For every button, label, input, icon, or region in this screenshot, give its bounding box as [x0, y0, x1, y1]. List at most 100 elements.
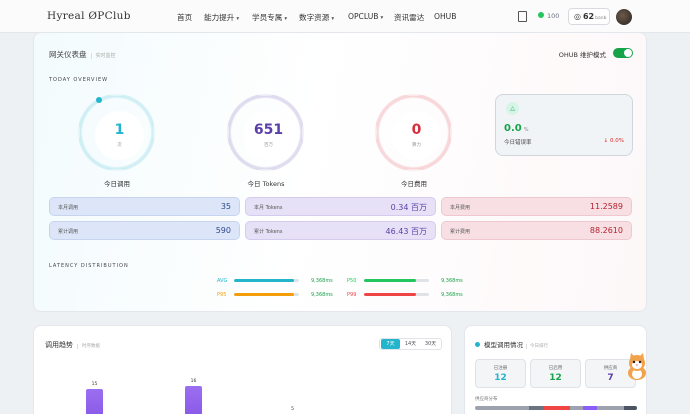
stat-value: 35	[220, 202, 231, 211]
trend-bar[interactable]	[185, 386, 202, 414]
model-title: 模型调用情况 今日排行	[475, 339, 548, 349]
stat-card: 累计调用 590	[49, 221, 240, 240]
ring-marker-icon	[96, 97, 102, 103]
range-tab-2[interactable]: 30天	[421, 339, 440, 349]
distribution-segment[interactable]	[475, 406, 489, 410]
latency-label: AVG	[217, 278, 228, 284]
latency-value: 9,368ms	[441, 292, 463, 298]
nav-item-5[interactable]: 资讯雷达	[394, 12, 424, 23]
latency-bar	[364, 293, 429, 296]
distribution-segment[interactable]	[488, 406, 502, 410]
warning-icon: △	[506, 102, 519, 115]
trend-bar-label: 5	[291, 406, 294, 412]
range-tab-1[interactable]: 14天	[401, 339, 420, 349]
stat-value: 88.2610	[589, 226, 623, 235]
latency-heading: LATENCY DISTRIBUTION	[49, 263, 129, 269]
credits-badge: 100	[538, 12, 559, 20]
distribution-segment[interactable]	[610, 406, 624, 410]
stat-card: 本月调用 35	[49, 197, 240, 216]
logo[interactable]: Hyreal ØPClub	[47, 10, 131, 22]
latency-bar	[364, 279, 429, 282]
trend-subtitle: 时序数据	[77, 344, 100, 349]
distribution-segment[interactable]	[515, 406, 529, 410]
model-stat-label: 已注册	[493, 366, 508, 371]
nav-item-label: 学员专属	[252, 13, 283, 22]
ring-value: 1	[114, 122, 125, 138]
status-dot-icon	[538, 12, 544, 18]
ring-unit: 百万	[264, 143, 273, 148]
trend-title: 调用趋势 时序数据	[45, 340, 100, 350]
distribution-bar	[475, 406, 637, 410]
stat-card: 本月费用 11.2589	[441, 197, 632, 216]
distribution-segment[interactable]	[583, 406, 597, 410]
latency-bar-fill	[364, 293, 416, 296]
nav-item-1[interactable]: 能力提升 ▾	[204, 12, 239, 23]
gateway-dashboard-card: 网关仪表盘 实时监控 OHUB 维护模式 TODAY OVERVIEW 1 次今日调…	[33, 32, 647, 312]
model-stat-value: 12	[549, 373, 562, 383]
dot-icon	[475, 342, 480, 347]
nav-item-0[interactable]: 首页	[177, 12, 192, 23]
distribution-segment[interactable]	[569, 406, 583, 410]
model-stat-value: 12	[494, 373, 507, 383]
range-tab-0[interactable]: 7天	[381, 339, 400, 349]
ring-label: 今日调用	[104, 180, 130, 188]
dashboard-title-text: 网关仪表盘	[49, 50, 87, 59]
error-rate-box: △ 0.0% 今日错误率 ↓ 0.0%	[495, 94, 633, 156]
latency-label: P50	[347, 278, 357, 284]
chevron-down-icon: ▾	[380, 15, 384, 21]
distribution-segment[interactable]	[542, 406, 556, 410]
error-rate-unit: %	[523, 127, 529, 133]
coin-icon: ◎	[574, 12, 581, 21]
nav-item-6[interactable]: OHUB	[434, 12, 456, 21]
nav-item-2[interactable]: 学员专属 ▾	[252, 12, 287, 23]
nav-item-label: OPCLUB	[348, 12, 379, 21]
cat-mascot-icon[interactable]	[625, 352, 649, 380]
error-rate-delta: ↓ 0.0%	[603, 138, 624, 144]
latency-bar-fill	[234, 293, 294, 296]
stat-card: 累计费用 88.2610	[441, 221, 632, 240]
ring-center: 651 百万	[244, 111, 293, 160]
chevron-down-icon: ▾	[331, 16, 335, 22]
overview-ring-0: 1次	[78, 94, 155, 171]
document-icon[interactable]	[518, 11, 527, 22]
dashboard-title: 网关仪表盘 实时监控	[49, 49, 116, 60]
maintenance-toggle[interactable]	[613, 48, 633, 58]
ring-label: 今日费用	[401, 180, 427, 188]
ring-center: 1次	[95, 111, 144, 160]
latency-value: 9,368ms	[311, 292, 333, 298]
coin-balance-button[interactable]: ◎ 62banb	[568, 8, 610, 25]
stat-value: 46.43 百万	[385, 227, 427, 236]
trend-bar[interactable]	[86, 388, 103, 414]
nav-item-4[interactable]: OPCLUB ▾	[348, 12, 383, 21]
nav-item-label: 首页	[177, 13, 193, 22]
avatar[interactable]	[616, 9, 632, 25]
distribution-segment[interactable]	[556, 406, 570, 410]
latency-bar	[234, 279, 299, 282]
trend-bar-label: 15	[91, 381, 98, 387]
model-subtitle: 今日排行	[526, 344, 548, 349]
dashboard-subtitle: 实时监控	[90, 53, 116, 59]
ring-unit: 次	[117, 143, 122, 148]
stat-label: 本月费用	[450, 205, 471, 211]
coin-value: 62	[582, 12, 595, 21]
stat-card: 累计 Tokens 46.43 百万	[245, 221, 436, 240]
model-title-text: 模型调用情况	[484, 341, 523, 349]
distribution-segment[interactable]	[502, 406, 516, 410]
stat-label: 本月 Tokens	[254, 205, 283, 211]
stat-card: 本月 Tokens 0.34 百万	[245, 197, 436, 216]
distribution-segment[interactable]	[623, 406, 637, 410]
nav-item-label: 能力提升	[204, 13, 235, 22]
stat-label: 本月调用	[58, 205, 79, 211]
latency-label: P99	[347, 292, 357, 298]
distribution-segment[interactable]	[596, 406, 610, 410]
trend-title-text: 调用趋势	[45, 341, 73, 349]
ring-label: 今日 Tokens	[247, 180, 285, 188]
nav-item-label: 资讯雷达	[394, 13, 425, 22]
range-selector: 7天 14天 30天	[379, 338, 442, 350]
nav-item-label: OHUB	[434, 12, 457, 21]
distribution-label: 供应商分布	[475, 397, 498, 402]
nav-item-3[interactable]: 数字资源 ▾	[299, 12, 334, 23]
distribution-segment[interactable]	[529, 406, 543, 410]
today-overview-heading: TODAY OVERVIEW	[49, 77, 109, 83]
error-rate-label: 今日错误率	[504, 140, 532, 146]
